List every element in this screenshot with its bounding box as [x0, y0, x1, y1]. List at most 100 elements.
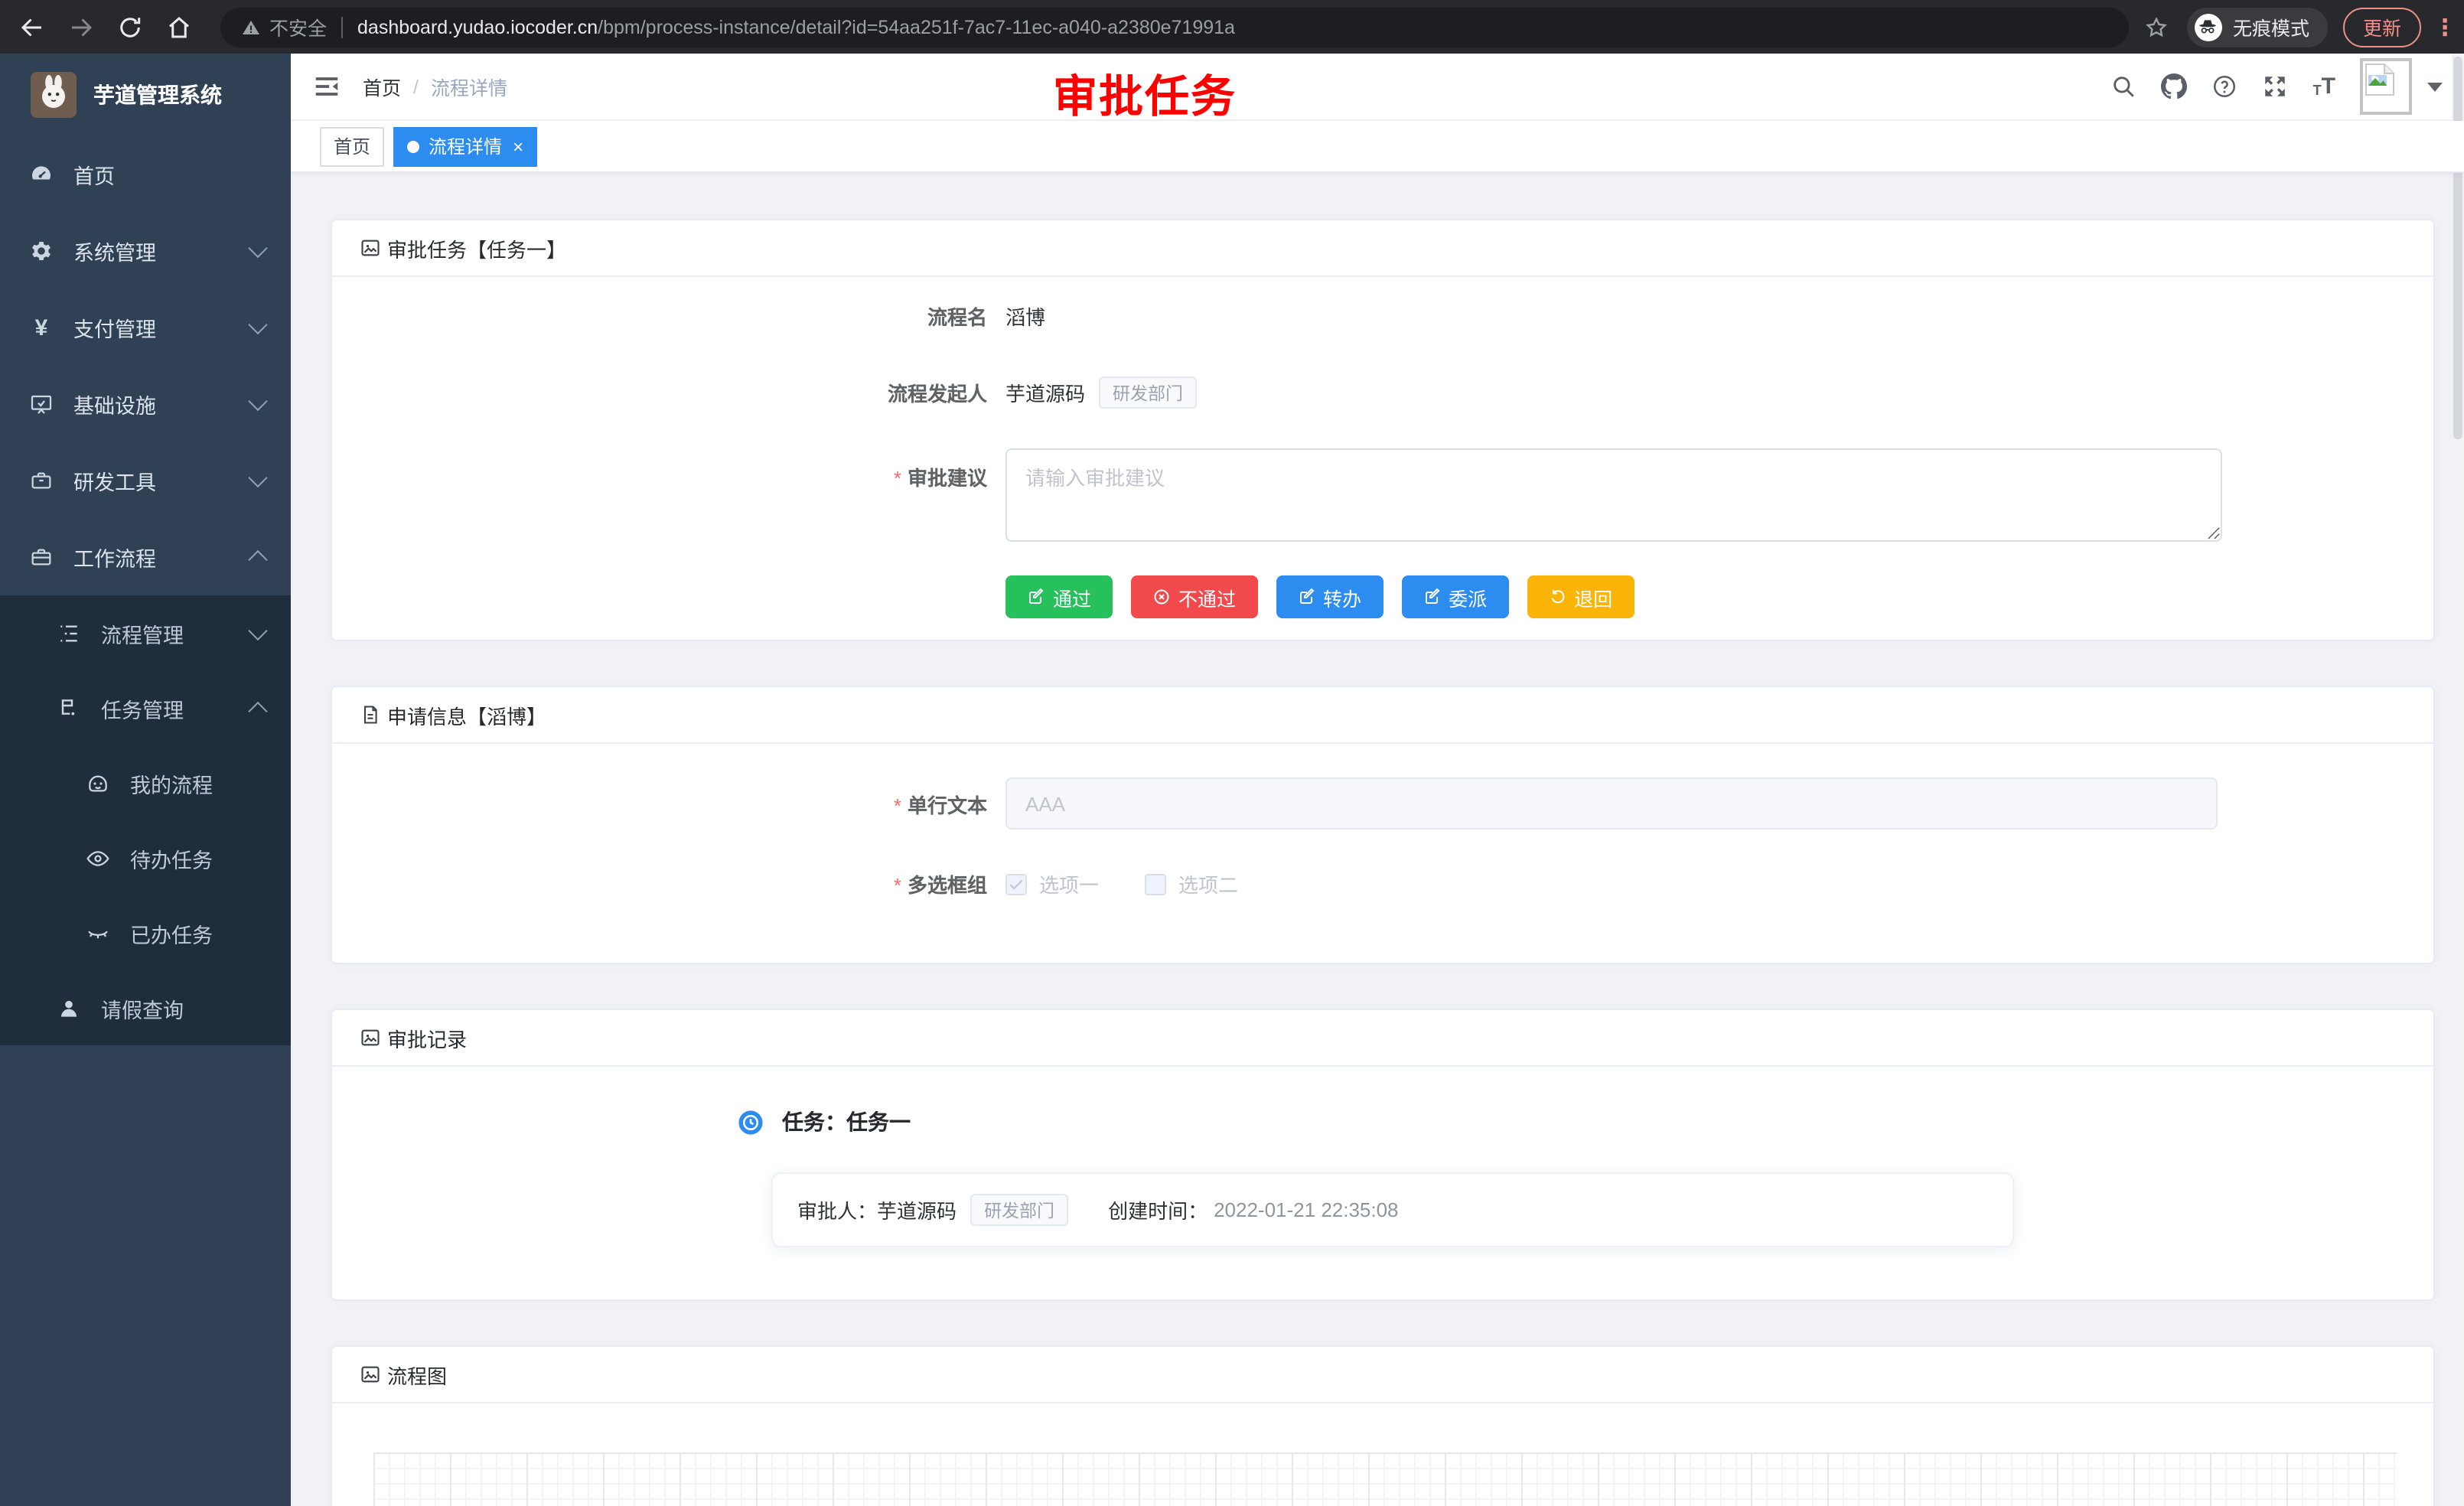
sidebar-item-label: 工作流程 — [73, 542, 156, 572]
bookmark-star-icon[interactable] — [2144, 15, 2169, 39]
suggestion-textarea[interactable] — [1005, 448, 2222, 542]
approve-button[interactable]: 通过 — [1005, 575, 1113, 618]
tab-process-detail[interactable]: 流程详情 × — [393, 126, 537, 166]
created-value: 2022-01-21 22:35:08 — [1214, 1198, 1398, 1221]
monitor-icon — [29, 392, 54, 416]
card-header: 流程图 — [332, 1347, 2433, 1403]
briefcase-icon — [29, 545, 54, 569]
forward-icon[interactable] — [67, 13, 95, 41]
initiator-row: 流程发起人 芋道源码 研发部门 — [363, 376, 2403, 409]
sidebar-item-process-mgmt[interactable]: 流程管理 — [0, 595, 291, 670]
suggestion-row: 审批建议 — [363, 448, 2403, 542]
checkbox-group-row: 多选框组 选项一 选项二 — [363, 869, 2403, 898]
record-detail-card: 审批人： 芋道源码 研发部门 创建时间： 2022-01-21 22:35:08 — [771, 1172, 2014, 1247]
sidebar-item-todo-tasks[interactable]: 待办任务 — [0, 820, 291, 895]
help-icon[interactable] — [2212, 73, 2238, 99]
github-icon[interactable] — [2162, 73, 2188, 99]
sidebar-item-label: 请假查询 — [101, 993, 184, 1023]
sidebar-item-label: 基础设施 — [73, 389, 156, 419]
url-bar[interactable]: 不安全 dashboard.yudao.iocoder.cn/bpm/proce… — [220, 7, 2129, 47]
url-path: /bpm/process-instance/detail?id=54aa251f… — [598, 16, 1235, 37]
chevron-up-icon — [248, 550, 267, 569]
yen-icon: ¥ — [29, 315, 54, 341]
scrollbar-thumb[interactable] — [2453, 57, 2462, 439]
font-size-icon[interactable]: TT — [2313, 75, 2335, 98]
incognito-label: 无痕模式 — [2233, 12, 2309, 41]
url-divider — [341, 16, 342, 37]
chevron-down-icon — [248, 315, 267, 334]
bpmn-grid-canvas[interactable] — [373, 1452, 2397, 1506]
sidebar-item-leave-query[interactable]: 请假查询 — [0, 970, 291, 1045]
card-title: 审批任务【任务一】 — [387, 233, 566, 262]
back-icon[interactable] — [18, 13, 46, 41]
breadcrumb-home[interactable]: 首页 — [363, 72, 401, 101]
checkbox-option-1: 选项一 — [1005, 869, 1099, 898]
browser-menu-icon[interactable]: ⋮ — [2433, 13, 2452, 41]
chrome-update-button[interactable]: 更新 — [2343, 7, 2421, 47]
sidebar-fold-icon[interactable] — [312, 72, 341, 101]
task-title: 任务：任务一 — [782, 1107, 911, 1137]
process-name-value: 滔博 — [1005, 302, 1045, 331]
eye-closed-icon — [86, 921, 110, 945]
home-icon[interactable] — [165, 13, 193, 41]
chevron-down-icon — [248, 621, 267, 640]
incognito-icon — [2195, 13, 2222, 41]
tab-home[interactable]: 首页 — [320, 126, 384, 166]
sidebar-item-label: 系统管理 — [73, 236, 156, 266]
card-title: 审批记录 — [387, 1023, 467, 1052]
picture-icon — [360, 1364, 381, 1385]
breadcrumb-separator: / — [413, 76, 419, 97]
sidebar-item-home[interactable]: 首页 — [0, 136, 291, 213]
fullscreen-icon[interactable] — [2263, 73, 2289, 99]
card-title: 申请信息【滔博】 — [387, 700, 546, 729]
avatar[interactable] — [2360, 58, 2412, 115]
sidebar-item-done-tasks[interactable]: 已办任务 — [0, 895, 291, 970]
picture-icon — [360, 1027, 381, 1048]
initiator-label: 流程发起人 — [363, 378, 1005, 407]
card-header: 审批记录 — [332, 1010, 2433, 1067]
button-label: 委派 — [1449, 582, 1487, 611]
checkbox-option-2: 选项二 — [1145, 869, 1238, 898]
reject-button[interactable]: 不通过 — [1131, 575, 1257, 618]
card-header: 审批任务【任务一】 — [332, 220, 2433, 277]
security-label[interactable]: 不安全 — [269, 12, 327, 41]
sidebar-item-label: 研发工具 — [73, 465, 156, 496]
screen: 不安全 dashboard.yudao.iocoder.cn/bpm/proce… — [0, 0, 2464, 1506]
sidebar-item-label: 支付管理 — [73, 312, 156, 343]
gear-icon — [29, 239, 54, 263]
sidebar-item-system[interactable]: 系统管理 — [0, 213, 291, 289]
process-name-row: 流程名 滔博 — [363, 302, 2403, 331]
delegate-button[interactable]: 委派 — [1401, 575, 1508, 618]
sidebar-item-my-process[interactable]: 我的流程 — [0, 745, 291, 820]
text-field-input: AAA — [1005, 777, 2218, 830]
action-buttons-row: 通过 不通过 转办 委 — [363, 575, 2403, 618]
sidebar-item-payment[interactable]: ¥ 支付管理 — [0, 289, 291, 366]
avatar-caret-icon[interactable] — [2427, 82, 2443, 91]
initiator-value: 芋道源码 — [1005, 378, 1085, 407]
search-icon[interactable] — [2111, 73, 2137, 99]
sidebar-spacer — [0, 1045, 291, 1504]
workflow-submenu: 流程管理 任务管理 我的流程 待办任务 已办 — [0, 595, 291, 1045]
card-header: 申请信息【滔博】 — [332, 687, 2433, 744]
sidebar-item-workflow[interactable]: 工作流程 — [0, 519, 291, 595]
reload-icon[interactable] — [116, 13, 144, 41]
timeline-item-head: 任务：任务一 — [738, 1107, 2433, 1137]
sidebar-item-task-mgmt[interactable]: 任务管理 — [0, 670, 291, 745]
app-logo-row[interactable]: 芋道管理系统 — [0, 54, 291, 136]
close-icon[interactable]: × — [513, 137, 523, 155]
process-name-label: 流程名 — [363, 302, 1005, 331]
return-button[interactable]: 退回 — [1527, 575, 1634, 618]
button-label: 转办 — [1323, 582, 1361, 611]
edit-icon — [1423, 588, 1441, 606]
sidebar-item-label: 首页 — [73, 159, 115, 190]
circle-x-icon — [1152, 588, 1171, 606]
sidebar-item-devtools[interactable]: 研发工具 — [0, 442, 291, 519]
sidebar-item-infra[interactable]: 基础设施 — [0, 366, 291, 442]
checkbox-checked-icon — [1005, 873, 1027, 895]
transfer-button[interactable]: 转办 — [1276, 575, 1383, 618]
toolbox-icon — [29, 468, 54, 493]
checkbox-group-label: 多选框组 — [363, 869, 1005, 898]
red-annotation-text: 审批任务 — [1053, 61, 1237, 126]
page-scrollbar[interactable] — [2452, 54, 2464, 1506]
dept-tag: 研发部门 — [1099, 376, 1197, 409]
